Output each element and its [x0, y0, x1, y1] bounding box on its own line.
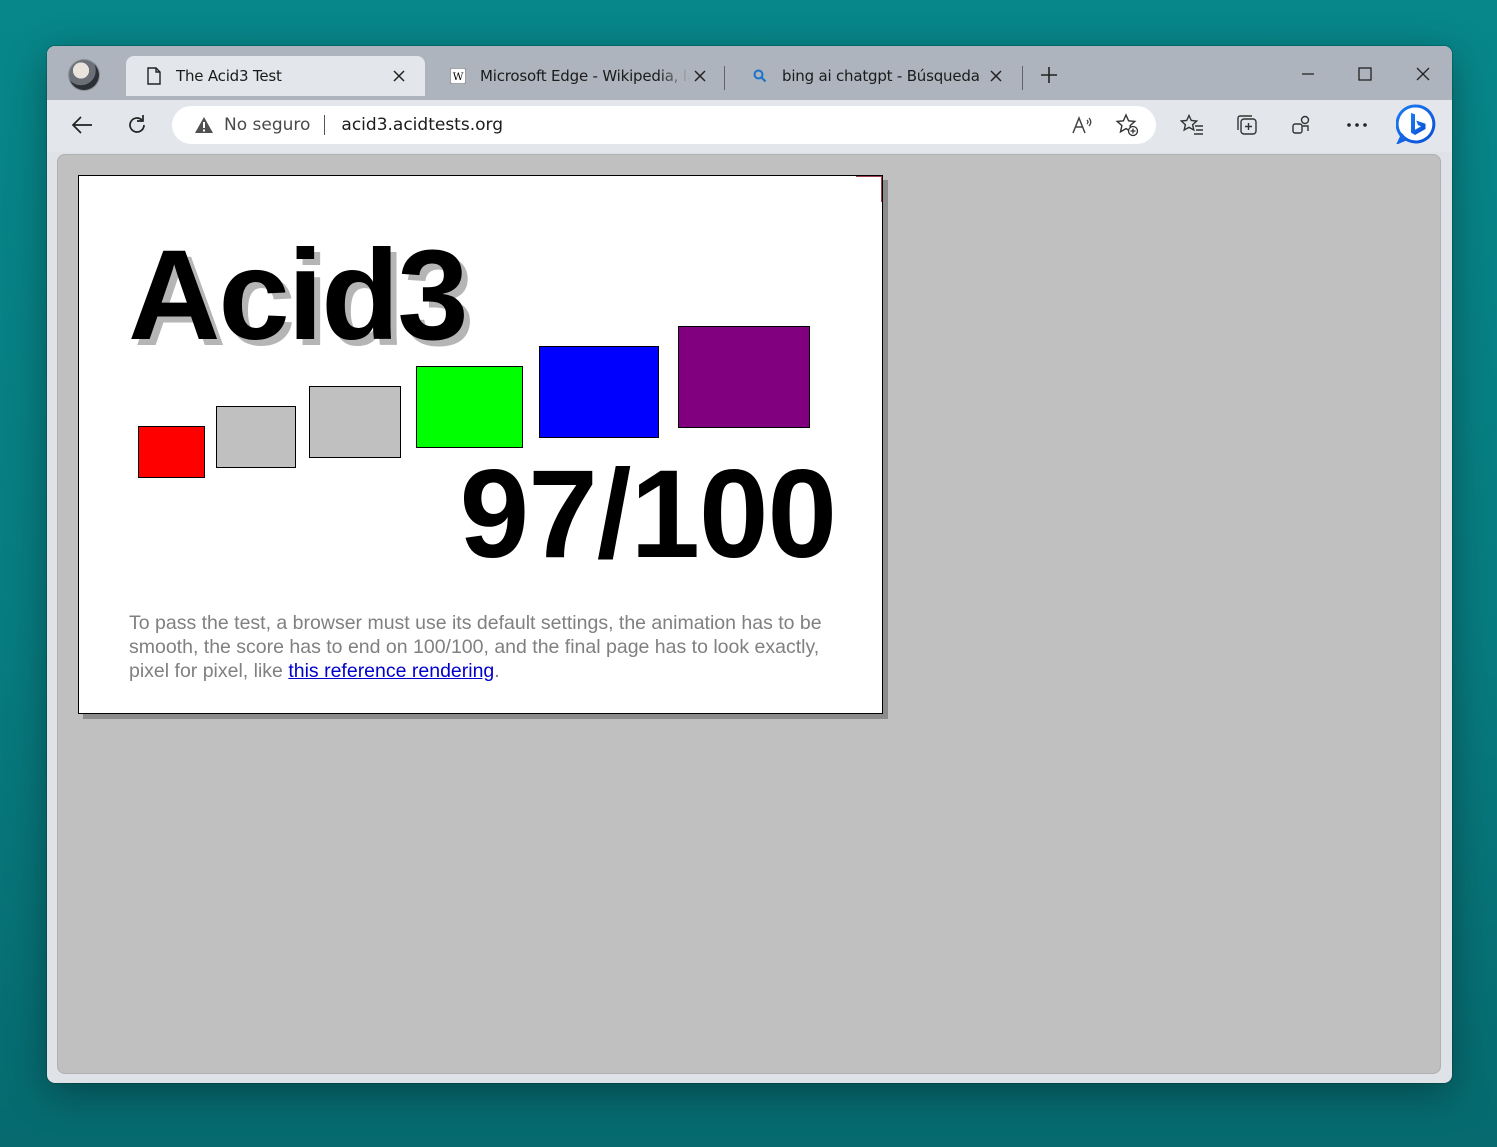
maximize-icon [1358, 67, 1372, 81]
favorites-list-icon [1180, 114, 1203, 135]
extensions-icon [1292, 115, 1310, 134]
acid3-test-panel: Acid3 97/100 To pass the test, a browser… [78, 175, 883, 714]
browser-window: The Acid3 Test W Microsoft Edge - Wikipe… [47, 46, 1452, 1083]
tab-bar: The Acid3 Test W Microsoft Edge - Wikipe… [47, 46, 1452, 100]
more-options-icon [1347, 123, 1367, 127]
tab-acid3[interactable]: The Acid3 Test [126, 56, 425, 96]
page-icon [146, 67, 162, 85]
instructions-after: . [494, 659, 500, 682]
box-gray-1 [216, 406, 296, 468]
collections-button[interactable] [1234, 112, 1260, 138]
settings-more-button[interactable] [1344, 112, 1370, 138]
read-aloud-icon[interactable] [1070, 113, 1094, 137]
close-tab-icon[interactable] [690, 66, 710, 86]
security-label[interactable]: No seguro [224, 115, 310, 135]
favorites-button[interactable] [1179, 112, 1205, 138]
navigation-toolbar: No seguro acid3.acidtests.org [47, 100, 1452, 152]
tab-separator [1022, 66, 1023, 90]
acid3-title: Acid3 [128, 224, 469, 367]
refresh-icon [129, 115, 145, 133]
close-icon [1416, 67, 1430, 81]
warning-icon[interactable] [194, 115, 214, 135]
plus-icon [1041, 67, 1057, 83]
tab-separator [724, 66, 725, 90]
close-tab-icon[interactable] [986, 66, 1006, 86]
minimize-button[interactable] [1296, 62, 1320, 86]
new-tab-button[interactable] [1037, 63, 1061, 87]
reference-rendering-link[interactable]: this reference rendering [288, 660, 494, 682]
box-red [138, 426, 205, 478]
refresh-button[interactable] [124, 112, 150, 138]
minimize-icon [1302, 73, 1314, 75]
box-blue [539, 346, 659, 438]
bing-icon [1396, 104, 1436, 144]
box-purple [678, 326, 810, 428]
tab-title: bing ai chatgpt - Búsqueda [782, 67, 980, 85]
profile-avatar[interactable] [69, 60, 99, 90]
back-button[interactable] [69, 112, 95, 138]
instructions-text: To pass the test, a browser must use its… [129, 611, 829, 683]
tab-title: Microsoft Edge - Wikipedia, la enciclope… [480, 67, 690, 85]
wikipedia-icon: W [450, 67, 466, 85]
bing-chat-button[interactable] [1396, 104, 1436, 144]
search-icon [752, 67, 768, 85]
address-bar[interactable]: No seguro acid3.acidtests.org [172, 106, 1156, 144]
box-green [416, 366, 523, 448]
close-tab-icon[interactable] [389, 66, 409, 86]
tab-title: The Acid3 Test [176, 67, 282, 85]
extensions-button[interactable] [1289, 112, 1315, 138]
back-arrow-icon [71, 116, 92, 134]
svg-text:W: W [453, 71, 464, 83]
acid3-score: 97/100 [459, 445, 837, 584]
maximize-button[interactable] [1353, 62, 1377, 86]
page-viewport[interactable]: Acid3 97/100 To pass the test, a browser… [57, 154, 1441, 1074]
tab-wikipedia[interactable]: W Microsoft Edge - Wikipedia, la enciclo… [430, 56, 726, 96]
collections-icon [1237, 115, 1257, 135]
corner-mark [856, 176, 882, 202]
tab-bing-search[interactable]: bing ai chatgpt - Búsqueda [732, 56, 1022, 96]
divider [324, 115, 326, 135]
box-gray-2 [309, 386, 401, 458]
close-window-button[interactable] [1411, 62, 1435, 86]
url-text[interactable]: acid3.acidtests.org [341, 115, 503, 135]
add-favorite-icon[interactable] [1115, 113, 1139, 137]
